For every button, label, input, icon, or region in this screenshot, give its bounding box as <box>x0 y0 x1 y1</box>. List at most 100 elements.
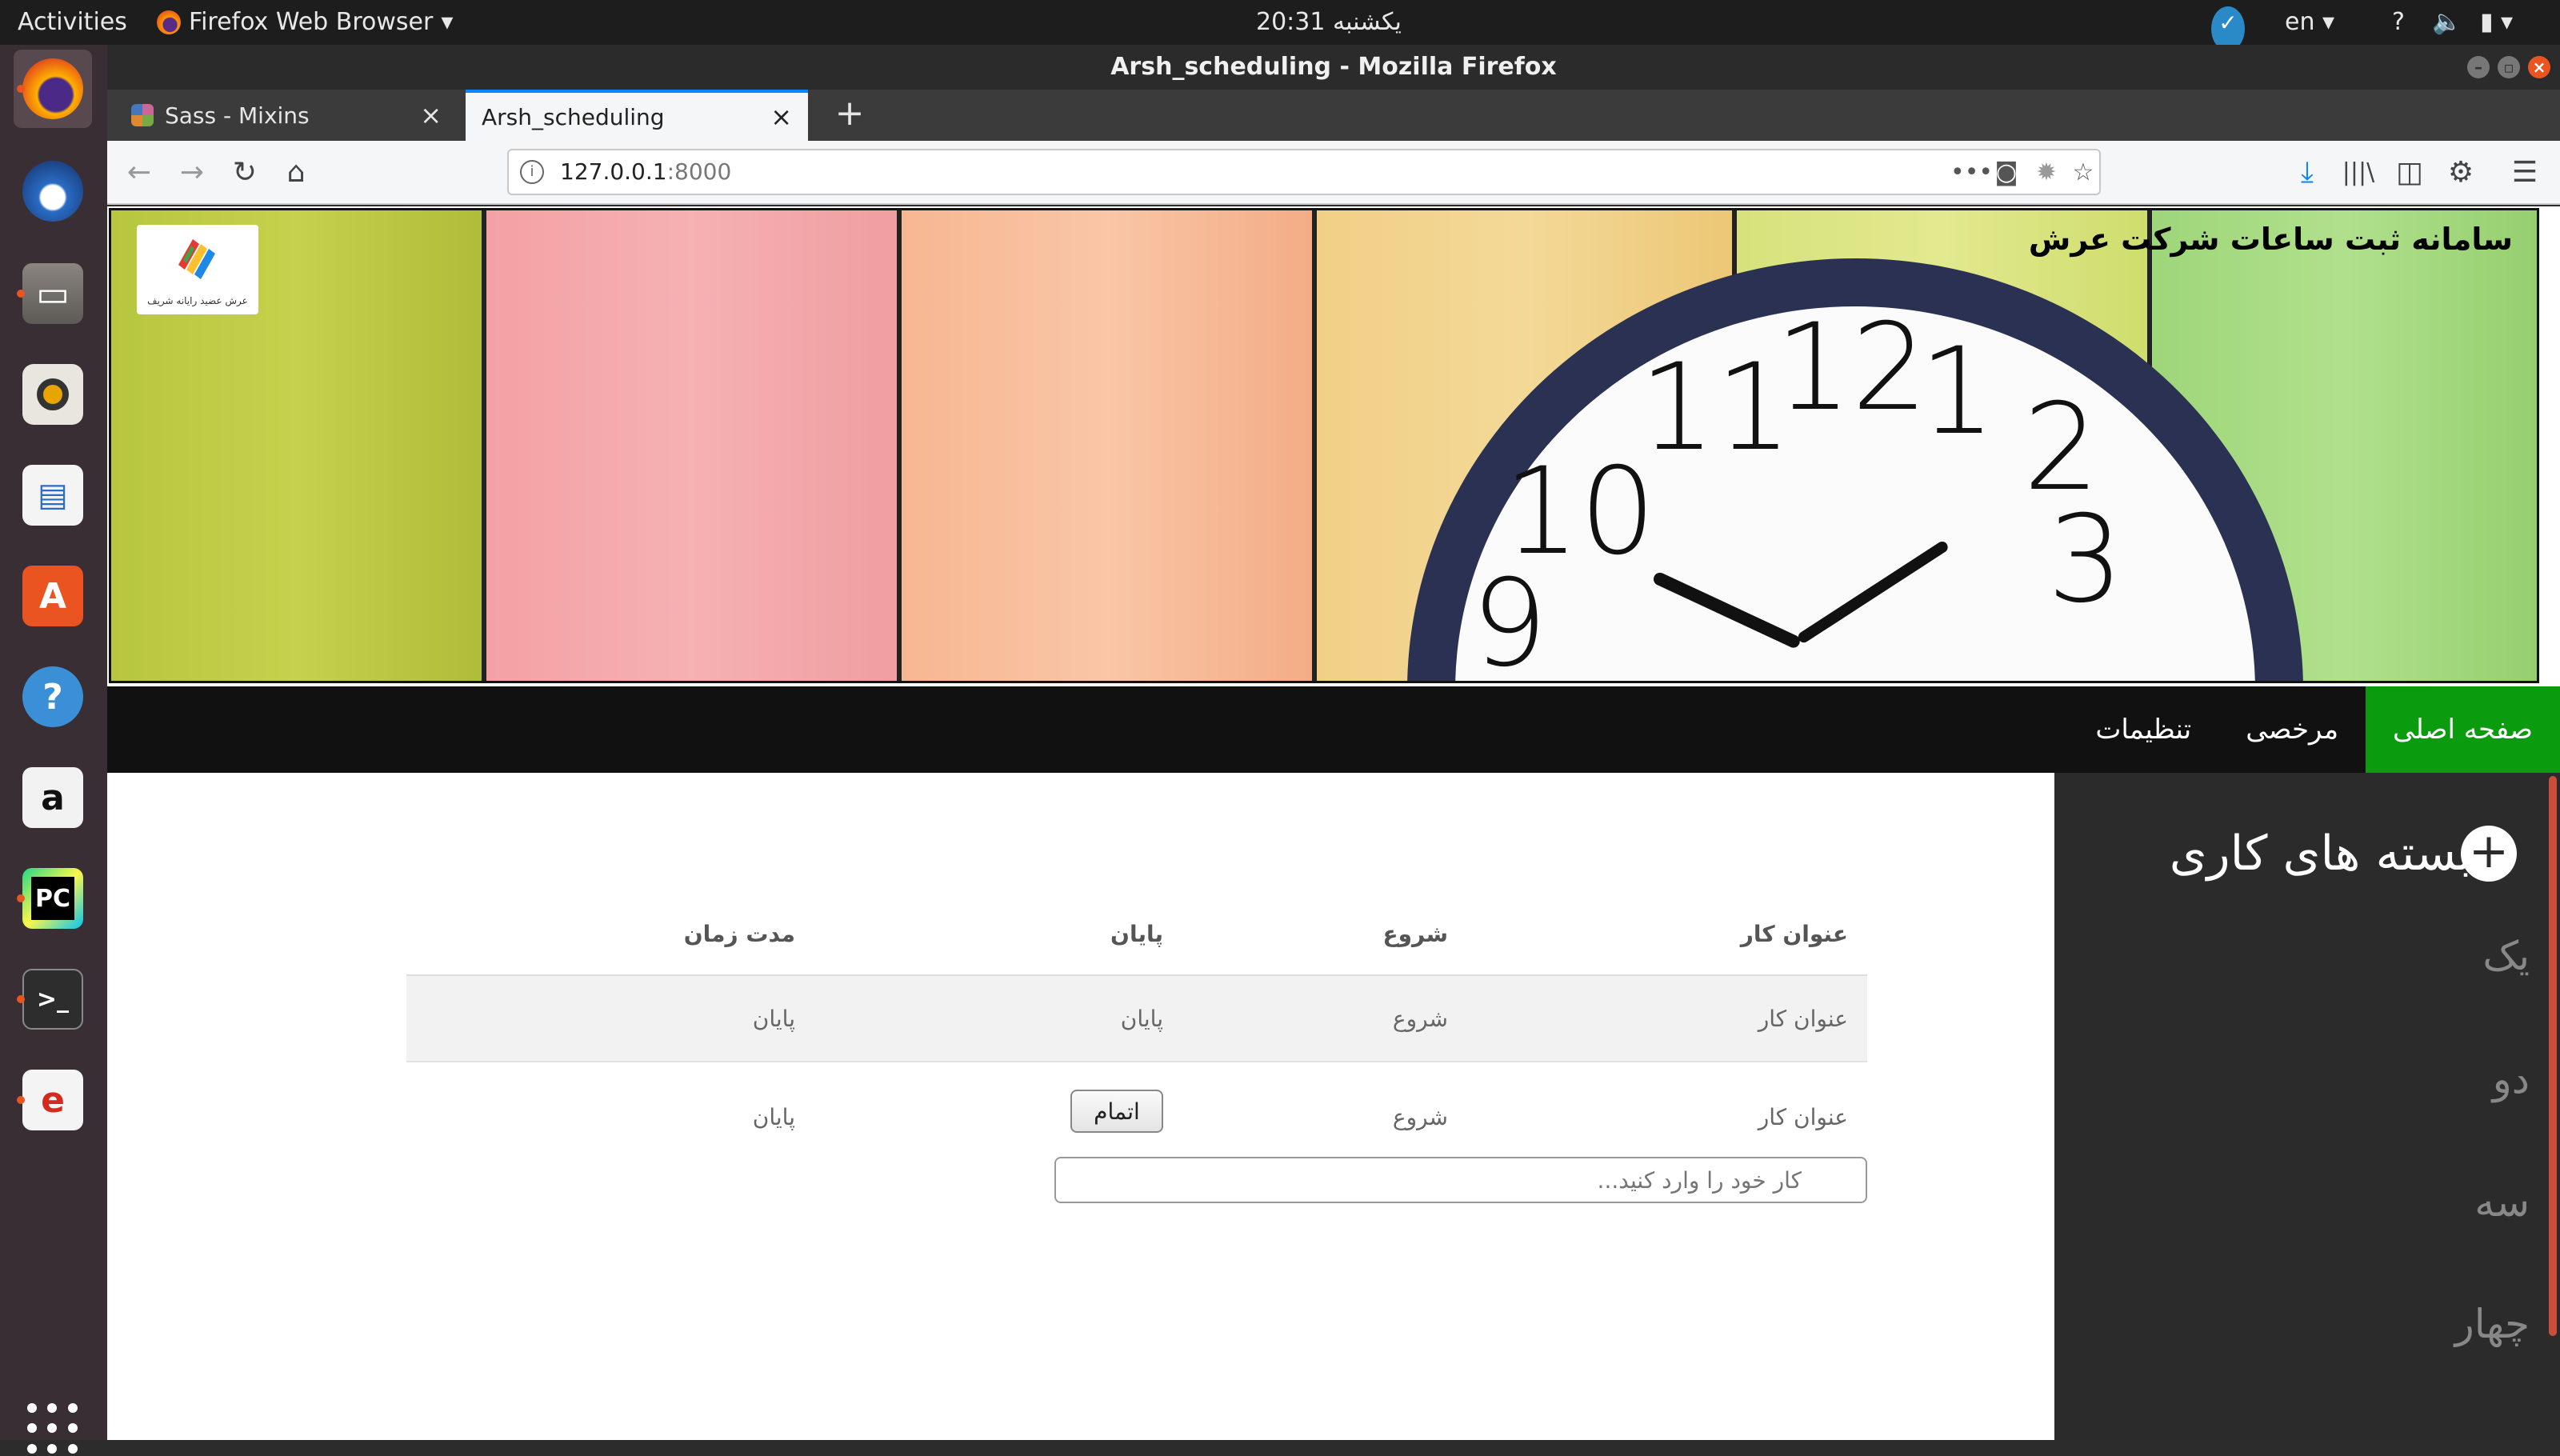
document-icon: ▤ <box>22 465 83 526</box>
close-icon[interactable]: × <box>2528 56 2550 78</box>
reload-icon[interactable]: ↻ <box>222 150 267 195</box>
header-duration: مدت زمان <box>683 920 795 947</box>
speaker-icon <box>22 364 83 425</box>
navigation-toolbar: ← → ↻ ⌂ i 127.0.0.1:8000 ••• ◙ ✹ ☆ ⤓ |||… <box>107 141 2560 205</box>
running-indicator <box>17 894 25 902</box>
main-navigation: صفحه اصلی مرخصی تنظیمات <box>107 686 2560 773</box>
firefox-icon <box>157 10 181 34</box>
nav-leave[interactable]: مرخصی <box>2218 686 2366 773</box>
shopping-bag-icon: A <box>22 566 83 626</box>
amazon-icon: a <box>22 767 83 828</box>
dock-files[interactable]: ▭ <box>14 254 92 333</box>
add-package-icon[interactable]: + <box>2461 826 2517 882</box>
main-content: عنوان کار شروع پایان مدت زمان عنوان کار … <box>107 773 2054 1440</box>
cell-start: شروع <box>1392 1005 1448 1032</box>
running-indicator <box>17 85 25 93</box>
banner-plank-pink <box>486 210 902 681</box>
home-icon[interactable]: ⌂ <box>274 150 318 195</box>
task-input[interactable] <box>1054 1157 1867 1203</box>
finish-task-button[interactable]: اتمام <box>1070 1090 1163 1133</box>
header-task-title: عنوان کار <box>1740 920 1848 947</box>
window-titlebar: Arsh_scheduling - Mozilla Firefox – ▫ × <box>107 45 2560 90</box>
sidebar-item-4[interactable]: چهار <box>2455 1301 2530 1347</box>
sidebar-title: بسته های کاری <box>2169 826 2472 882</box>
dock-rhythmbox[interactable] <box>14 355 92 434</box>
new-tab-button[interactable]: + <box>824 90 875 141</box>
tab-sass-mixins[interactable]: Sass - Mixins × <box>115 90 458 141</box>
maximize-icon[interactable]: ▫ <box>2498 56 2520 78</box>
nav-settings[interactable]: تنظیمات <box>2068 686 2218 773</box>
dock-pycharm[interactable]: PC <box>14 859 92 938</box>
sidebar-item-2[interactable]: دو <box>2493 1056 2530 1102</box>
extension-icon[interactable]: ✹ <box>2030 157 2062 189</box>
dock-help[interactable]: ? <box>14 658 92 736</box>
clock[interactable]: یکشنبه 20:31 <box>1256 0 1402 45</box>
window-controls: – ▫ × <box>2467 56 2550 78</box>
menu-hamburger-icon[interactable]: ☰ <box>2502 150 2547 195</box>
back-icon[interactable]: ← <box>117 150 162 195</box>
tab-strip: Sass - Mixins × Arsh_scheduling × + <box>107 90 2560 141</box>
pycharm-icon: PC <box>22 868 83 929</box>
help-icon: ? <box>22 666 83 727</box>
tasks-table: عنوان کار شروع پایان مدت زمان عنوان کار … <box>406 893 1867 1171</box>
running-indicator <box>17 1096 25 1104</box>
url-bar[interactable]: i 127.0.0.1:8000 ••• ◙ ✹ ☆ <box>507 149 2101 195</box>
company-logo[interactable]: عرش عضید رایانه شریف <box>137 225 258 314</box>
dock-firefox[interactable] <box>14 50 92 128</box>
chevron-down-icon: ▾ <box>441 8 454 36</box>
table-row: عنوان کار شروع پایان پایان <box>406 976 1867 1062</box>
dock-image-viewer[interactable]: e <box>14 1061 92 1139</box>
volume-icon[interactable]: 🔈 <box>2432 0 2462 45</box>
app-menu-label: Firefox Web Browser <box>189 8 434 36</box>
logo-mark-icon <box>178 239 215 279</box>
launcher-dock: ▭ ▤ A ? a PC >_ e <box>0 45 107 1454</box>
url-port: :8000 <box>666 158 732 185</box>
cell-duration: پایان <box>752 1005 795 1032</box>
app-menu[interactable]: Firefox Web Browser ▾ <box>157 0 453 45</box>
language-indicator[interactable]: en ▾ <box>2285 0 2334 45</box>
dock-thunderbird[interactable] <box>14 152 92 230</box>
url-text: 127.0.0.1:8000 <box>560 150 731 194</box>
header-start: شروع <box>1382 920 1448 947</box>
tab-label: Arsh_scheduling <box>482 103 665 130</box>
forward-icon[interactable]: → <box>170 150 214 195</box>
cell-start: شروع <box>1392 1103 1448 1130</box>
header-end: پایان <box>1110 920 1163 947</box>
dock-software[interactable]: A <box>14 557 92 635</box>
thunderbird-icon <box>22 161 83 222</box>
dock-writer[interactable]: ▤ <box>14 456 92 534</box>
nav-home[interactable]: صفحه اصلی <box>2366 686 2560 773</box>
sidebar-item-1[interactable]: یک <box>2482 933 2530 979</box>
window-title: Arsh_scheduling - Mozilla Firefox <box>1110 53 1557 81</box>
sass-favicon-icon <box>131 104 154 126</box>
ubuntu-top-bar: Activities Firefox Web Browser ▾ یکشنبه … <box>0 0 2560 51</box>
battery-icon[interactable]: ▮ ▾ <box>2480 0 2513 45</box>
table-header-row: عنوان کار شروع پایان مدت زمان <box>406 893 1867 976</box>
activities-button[interactable]: Activities <box>18 0 127 45</box>
show-applications-icon[interactable] <box>27 1403 80 1456</box>
help-icon[interactable]: ? <box>2392 0 2405 45</box>
tab-arsh-scheduling[interactable]: Arsh_scheduling × <box>466 90 808 141</box>
pocket-icon[interactable]: ◙ <box>1990 157 2022 189</box>
page-actions-icon[interactable]: ••• <box>1950 157 1993 189</box>
dock-amazon[interactable]: a <box>14 758 92 837</box>
library-icon[interactable]: |||\ <box>2336 150 2381 195</box>
sidebar-scrollbar[interactable] <box>2549 776 2557 1336</box>
close-tab-icon[interactable]: × <box>420 100 442 130</box>
downloads-icon[interactable]: ⤓ <box>2285 150 2330 195</box>
cell-task-title: عنوان کار <box>1758 1103 1848 1130</box>
extension-gear-icon[interactable]: ⚙ <box>2438 150 2483 195</box>
cell-end: پایان <box>1120 1005 1163 1032</box>
site-info-icon[interactable]: i <box>520 160 544 184</box>
sidebar-icon[interactable]: ◫ <box>2387 150 2432 195</box>
firefox-icon <box>22 58 83 119</box>
web-page: 11 12 1 2 3 10 9 سامانه ثبت ساعات شرکت ع… <box>107 206 2560 1440</box>
files-icon: ▭ <box>22 263 83 324</box>
bookmark-star-icon[interactable]: ☆ <box>2067 157 2099 189</box>
sidebar-item-3[interactable]: سه <box>2474 1179 2530 1226</box>
dock-terminal[interactable]: >_ <box>14 960 92 1038</box>
cell-duration: پایان <box>752 1103 795 1130</box>
minimize-icon[interactable]: – <box>2467 56 2490 78</box>
site-title: سامانه ثبت ساعات شرکت عرش <box>2028 222 2513 257</box>
close-tab-icon[interactable]: × <box>770 102 792 132</box>
